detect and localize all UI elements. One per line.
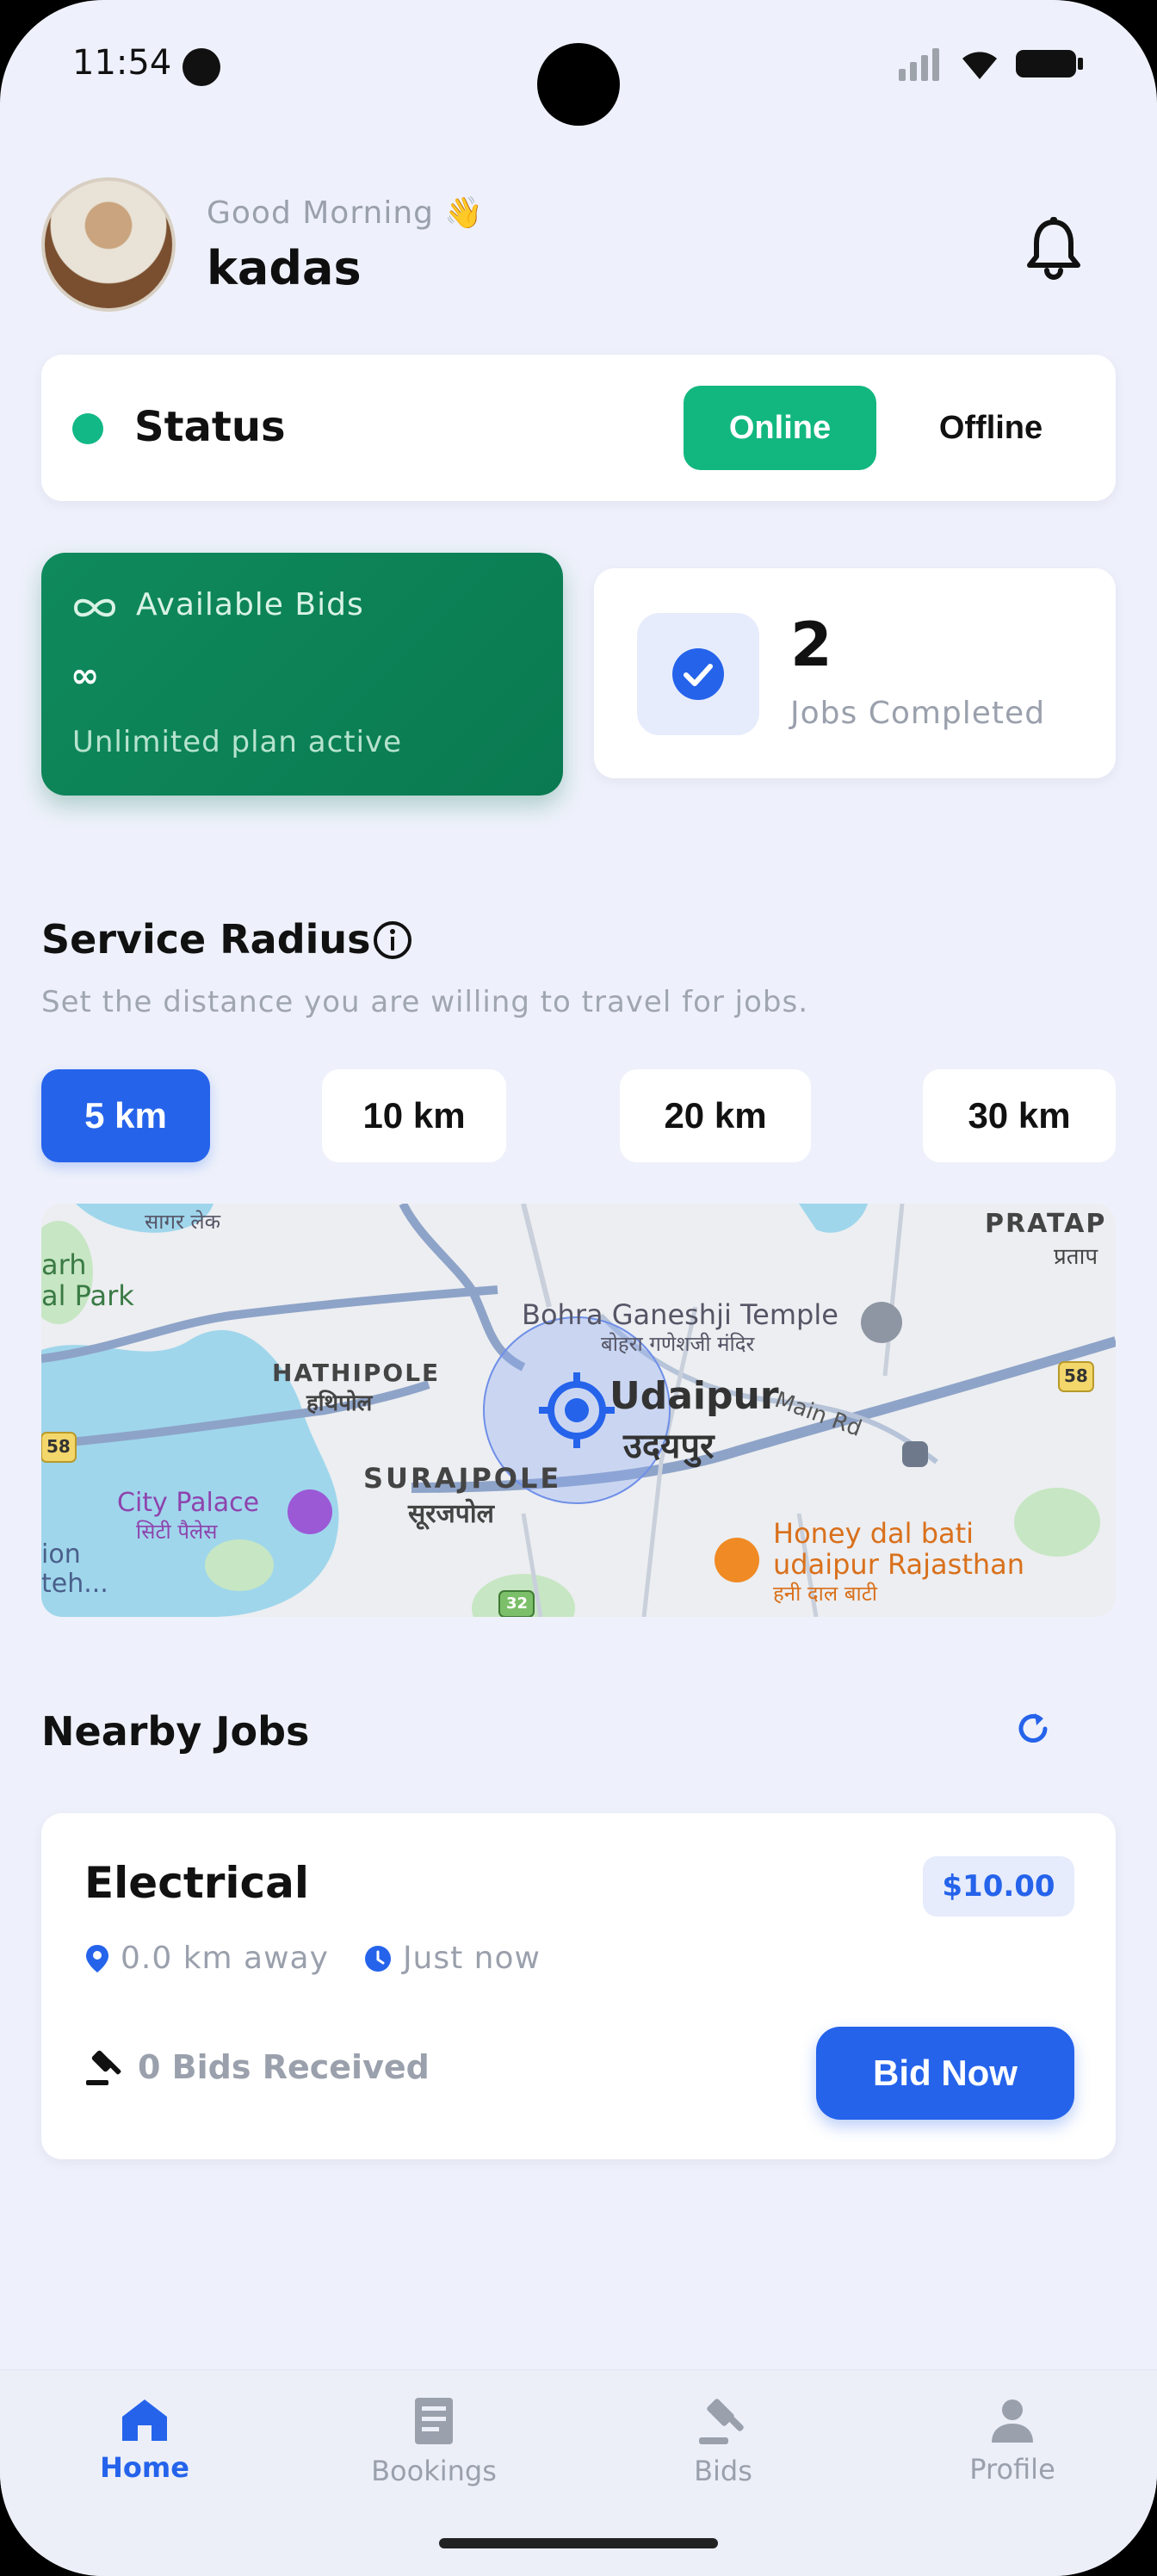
job-title: Electrical [84,1858,310,1908]
map-label-surajpole-hindi: सूरजपोल [408,1499,494,1529]
map-label-hathipole-hindi: हथिपोल [306,1390,373,1416]
map-label-temple: Bohra Ganeshji Temple [522,1298,838,1331]
bids-received: 0 Bids Received [84,2047,430,2087]
wifi-icon [962,52,997,79]
jobs-completed-card: 2 Jobs Completed [594,568,1116,778]
check-circle-icon [672,648,724,700]
online-button[interactable]: Online [684,386,876,470]
job-card[interactable]: Electrical $10.00 0.0 km away Just now 0… [41,1813,1116,2159]
jobs-icon-box [637,613,759,735]
nav-bids-label: Bids [694,2455,752,2487]
avatar[interactable] [41,177,176,312]
greeting-text: Good Morning 👋 [207,195,485,231]
status-indicator-icon [72,413,103,444]
map-label-city-palace: City Palace [117,1488,260,1518]
map-label-ion: ion [41,1539,81,1570]
map-label-teh: teh... [41,1569,108,1599]
map-label-hw58-right: 58 [1064,1365,1088,1386]
radius-option-10km[interactable]: 10 km [322,1069,506,1162]
notification-dot-icon [183,48,220,86]
camera-cutout [537,43,620,126]
offline-button[interactable]: Offline [894,386,1088,470]
radius-option-30km[interactable]: 30 km [923,1069,1116,1162]
battery-icon [1016,50,1083,77]
nav-bids[interactable]: Bids [628,2396,818,2508]
map-label-honey-2: udaipur Rajasthan [773,1548,1025,1581]
radius-option-20km[interactable]: 20 km [620,1069,811,1162]
price-badge: $10.00 [923,1856,1074,1917]
service-radius-description: Set the distance you are willing to trav… [41,985,809,1019]
gavel-icon [86,2050,121,2085]
service-area-map[interactable]: सागर लेक arh al Park PRATAP प्रताप Bohra… [41,1204,1116,1617]
person-icon [992,2400,1033,2443]
map-label-hathipole: HATHIPOLE [272,1359,441,1387]
bid-now-button[interactable]: Bid Now [816,2027,1074,2120]
home-indicator[interactable] [439,2538,718,2548]
home-icon [122,2400,167,2441]
map-label-temple-hindi: बोहरा गणेशजी मंदिर [601,1332,755,1356]
nav-home[interactable]: Home [50,2396,239,2508]
plan-status-text: Unlimited plan active [72,725,403,759]
nav-profile-label: Profile [969,2453,1055,2486]
map-label-udaipur-hindi: उदयपुर [623,1427,715,1466]
time-info: Just now [363,1941,541,1976]
receipt-icon [415,2398,453,2444]
map-label-park-2: al Park [41,1279,134,1312]
infinity-icon [73,598,116,617]
map-label-honey-hindi: हनी दाल बाटी [773,1582,878,1606]
map-label-hw32: 32 [506,1595,529,1613]
location-pin-icon [86,1944,108,1972]
signal-icon [899,48,939,81]
status-label: Status [134,403,286,451]
info-icon[interactable] [372,920,413,961]
map-label-udaipur: Udaipur [609,1374,779,1418]
available-bids-value: ∞ [71,656,100,696]
map-label-city-palace-hindi: सिटी पैलेस [136,1520,218,1544]
job-meta: 0.0 km away Just now [84,1941,575,1976]
clock-icon [364,1945,391,1972]
bell-icon[interactable] [1024,215,1083,281]
bids-received-count: 0 Bids Received [138,2048,430,2086]
nav-bookings[interactable]: Bookings [339,2396,529,2508]
service-radius-title: Service Radius [41,916,371,963]
map-label-honey: Honey dal bati [773,1517,974,1550]
nav-home-label: Home [100,2451,189,2484]
nearby-jobs-title: Nearby Jobs [41,1708,310,1755]
map-label-park: arh [41,1248,87,1281]
map-label-hw58-left: 58 [46,1436,71,1457]
map-label-pratap-hindi: प्रताप [1054,1244,1098,1270]
status-bar: 11:54 [0,0,1157,138]
job-time: Just now [402,1941,541,1976]
distance-info: 0.0 km away [84,1941,329,1976]
job-distance: 0.0 km away [121,1941,329,1976]
refresh-icon[interactable] [1014,1710,1052,1748]
map-label-pratap: PRATAP [985,1209,1107,1239]
map-label-sagar: सागर लेक [145,1210,221,1234]
nav-bookings-label: Bookings [371,2455,497,2487]
username: kadas [207,241,362,295]
app-screen: 11:54 Good Morning 👋 kadas Status Online… [0,0,1157,2576]
jobs-completed-count: 2 [790,610,832,680]
gavel-icon [699,2399,744,2444]
radius-option-5km[interactable]: 5 km [41,1069,210,1162]
status-icons [899,46,1085,81]
map-label-surajpole: SURAJPOLE [363,1462,562,1495]
status-time: 11:54 [72,43,172,83]
nav-profile[interactable]: Profile [918,2396,1107,2508]
available-bids-card: Available Bids ∞ Unlimited plan active [41,553,563,796]
status-card: Status Online Offline [41,355,1116,501]
jobs-completed-label: Jobs Completed [790,696,1046,731]
available-bids-title: Available Bids [136,587,364,622]
